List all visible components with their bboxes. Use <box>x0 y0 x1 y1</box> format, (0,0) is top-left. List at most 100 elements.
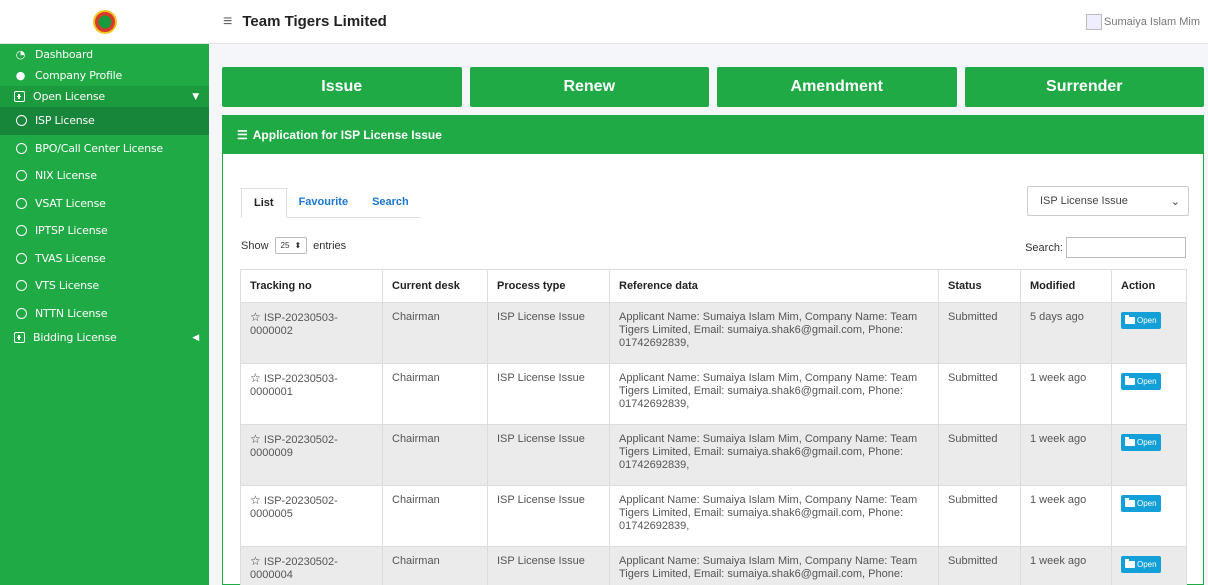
sidebar-item-tvas-license[interactable]: TVAS License <box>0 245 209 273</box>
applications-table: Tracking no Current desk Process type Re… <box>240 269 1187 585</box>
sidebar-item-label: Company Profile <box>35 69 123 82</box>
list-icon: ☰ <box>237 128 248 142</box>
folder-icon <box>1125 559 1135 568</box>
table-row: ☆ ISP-20230503-0000002 Chairman ISP Lice… <box>240 302 1187 364</box>
amendment-button[interactable]: Amendment <box>717 67 957 107</box>
circle-icon <box>16 252 27 264</box>
sidebar-item-label: TVAS License <box>35 251 106 265</box>
sidebar-item-nix-license[interactable]: NIX License <box>0 162 209 190</box>
column-header[interactable]: Modified <box>1020 269 1112 303</box>
open-label: Open <box>1137 499 1157 508</box>
column-header[interactable]: Reference data <box>609 269 939 303</box>
tracking-no: ISP-20230502-0000005 <box>250 495 338 520</box>
sidebar-item-label: BPO/Call Center License <box>35 141 163 155</box>
desk-cell: Chairman <box>382 363 488 425</box>
sidebar-item-label: ISP License <box>35 114 95 128</box>
menu-icon[interactable]: ≡ <box>223 13 232 31</box>
top-header: ≡ Team Tigers Limited Sumaiya Islam Mim <box>209 0 1208 44</box>
reference-cell: Applicant Name: Sumaiya Islam Mim, Compa… <box>609 485 939 547</box>
entries-select[interactable]: 25 ⬍ <box>274 237 308 254</box>
process-cell: ISP License Issue <box>487 302 610 364</box>
star-icon[interactable]: ☆ <box>250 493 261 507</box>
sidebar-item-bidding-license[interactable]: Bidding License ◀ <box>0 327 209 348</box>
modified-cell: 1 week ago <box>1020 363 1112 425</box>
plus-square-icon <box>14 332 25 343</box>
column-header[interactable]: Status <box>938 269 1021 303</box>
sidebar-item-label: IPTSP License <box>35 224 108 238</box>
column-header[interactable]: Tracking no <box>240 269 383 303</box>
star-icon[interactable]: ☆ <box>250 371 261 385</box>
panel-title: Application for ISP License Issue <box>252 128 442 142</box>
chevron-left-icon: ◀ <box>192 332 199 343</box>
page-title: Team Tigers Limited <box>242 13 387 30</box>
action-cell: Open <box>1111 424 1187 486</box>
star-icon[interactable]: ☆ <box>250 432 261 446</box>
sidebar-item-isp-license[interactable]: ISP License <box>0 107 209 135</box>
star-icon[interactable]: ☆ <box>250 310 261 324</box>
desk-cell: Chairman <box>382 424 488 486</box>
logo[interactable] <box>0 0 209 44</box>
tracking-no: ISP-20230502-0000004 <box>250 556 338 581</box>
updown-icon: ⬍ <box>294 241 302 250</box>
status-cell: Submitted <box>938 546 1021 585</box>
action-cell: Open <box>1111 485 1187 547</box>
modified-cell: 1 week ago <box>1020 424 1112 486</box>
issue-button[interactable]: Issue <box>222 67 462 107</box>
user-name: Sumaiya Islam Mim <box>1104 15 1200 28</box>
desk-cell: Chairman <box>382 302 488 364</box>
sidebar-item-label: VSAT License <box>35 196 106 210</box>
show-label: Show <box>241 239 269 252</box>
sidebar-item-iptsp-license[interactable]: IPTSP License <box>0 217 209 245</box>
circle-icon <box>16 225 27 237</box>
open-button[interactable]: Open <box>1121 373 1161 390</box>
sidebar-item-bpo-license[interactable]: BPO/Call Center License <box>0 135 209 163</box>
user-icon: ● <box>15 69 26 82</box>
license-action-bar: Issue Renew Amendment Surrender <box>222 67 1204 107</box>
select-value: ISP License Issue <box>1040 195 1128 207</box>
sidebar-item-vts-license[interactable]: VTS License <box>0 272 209 300</box>
tab-favourite[interactable]: Favourite <box>287 188 361 217</box>
sidebar-item-open-license[interactable]: Open License ▼ <box>0 86 209 107</box>
open-button[interactable]: Open <box>1121 556 1161 573</box>
action-cell: Open <box>1111 363 1187 425</box>
tab-list[interactable]: List <box>241 188 287 218</box>
status-cell: Submitted <box>938 363 1021 425</box>
process-type-select[interactable]: ISP License Issue ⌄ <box>1027 186 1189 216</box>
open-button[interactable]: Open <box>1121 495 1161 512</box>
open-label: Open <box>1137 316 1157 325</box>
renew-button[interactable]: Renew <box>469 67 709 107</box>
tracking-cell: ☆ ISP-20230502-0000004 <box>240 546 383 585</box>
circle-icon <box>16 280 27 292</box>
sidebar: ◔ Dashboard ● Company Profile Open Licen… <box>0 0 209 585</box>
entries-value: 25 <box>280 241 290 250</box>
desk-cell: Chairman <box>382 485 488 547</box>
reference-cell: Applicant Name: Sumaiya Islam Mim, Compa… <box>609 424 939 486</box>
circle-icon <box>16 170 27 182</box>
open-label: Open <box>1137 377 1157 386</box>
star-icon[interactable]: ☆ <box>250 554 261 568</box>
chevron-down-icon: ⌄ <box>1170 195 1180 208</box>
tracking-no: ISP-20230503-0000002 <box>250 312 338 337</box>
open-button[interactable]: Open <box>1121 312 1161 329</box>
user-menu[interactable]: Sumaiya Islam Mim <box>1086 13 1200 30</box>
tab-search[interactable]: Search <box>360 188 421 217</box>
circle-icon <box>16 115 27 127</box>
search-input[interactable] <box>1066 237 1186 258</box>
surrender-button[interactable]: Surrender <box>964 67 1204 107</box>
sidebar-item-label: NIX License <box>35 169 97 183</box>
sidebar-item-dashboard[interactable]: ◔ Dashboard <box>0 44 209 65</box>
sidebar-item-nttn-license[interactable]: NTTN License <box>0 300 209 328</box>
process-cell: ISP License Issue <box>487 363 610 425</box>
reference-cell: Applicant Name: Sumaiya Islam Mim, Compa… <box>609 302 939 364</box>
column-header[interactable]: Process type <box>487 269 610 303</box>
entries-label: entries <box>313 239 347 252</box>
folder-icon <box>1125 437 1135 446</box>
plus-square-icon <box>14 91 25 102</box>
sidebar-item-vsat-license[interactable]: VSAT License <box>0 190 209 218</box>
sidebar-item-label: Open License <box>33 90 105 103</box>
open-button[interactable]: Open <box>1121 434 1161 451</box>
logo-icon <box>92 9 117 34</box>
dashboard-icon: ◔ <box>15 48 26 61</box>
column-header[interactable]: Current desk <box>382 269 488 303</box>
sidebar-item-company-profile[interactable]: ● Company Profile <box>0 65 209 86</box>
